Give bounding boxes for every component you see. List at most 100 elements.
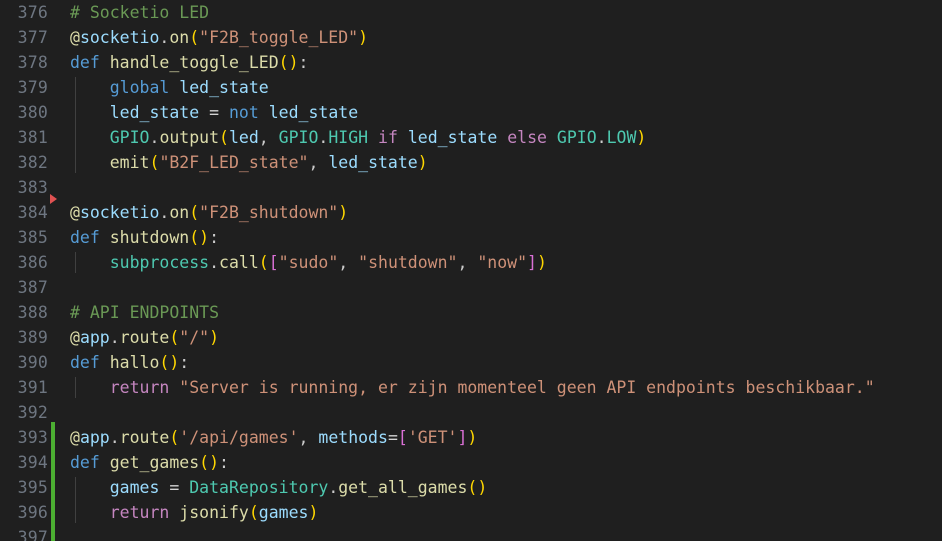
code-token: output	[159, 128, 220, 147]
code-token: )	[536, 253, 547, 272]
code-token: GPIO	[278, 128, 319, 147]
line-number: 395	[17, 478, 48, 497]
code-token: global	[109, 78, 170, 97]
code-token: "B2F_LED_state"	[159, 153, 309, 172]
code-token: on	[169, 203, 190, 222]
code-line[interactable]: 379 global led_state	[0, 75, 942, 100]
code-token: [	[397, 428, 408, 447]
code-line[interactable]: 391 return "Server is running, er zijn m…	[0, 375, 942, 400]
code-token: ]	[527, 253, 537, 272]
code-token: )	[308, 503, 319, 522]
code-token: )	[199, 228, 210, 247]
code-line-content[interactable]: return "Server is running, er zijn momen…	[70, 375, 875, 400]
code-line-content[interactable]: games = DataRepository.get_all_games()	[70, 475, 488, 500]
code-line[interactable]: 390 def hallo():	[0, 350, 942, 375]
code-token: '/api/games'	[179, 428, 299, 447]
code-line[interactable]: 385 def shutdown():	[0, 225, 942, 250]
code-token: ,	[258, 128, 279, 147]
code-line[interactable]: 396 return jsonify(games)	[0, 500, 942, 525]
git-added-gutter-bar[interactable]	[51, 422, 55, 541]
code-line-content[interactable]: def handle_toggle_LED():	[70, 50, 308, 75]
code-token: led_state	[328, 153, 418, 172]
line-number: 388	[17, 303, 48, 322]
code-line[interactable]: 377 @socketio.on("F2B_toggle_LED")	[0, 25, 942, 50]
code-line-content[interactable]: # Socketio LED	[70, 0, 209, 25]
code-line[interactable]: 384 @socketio.on("F2B_shutdown")	[0, 200, 942, 225]
code-token: )	[209, 453, 220, 472]
code-token: games	[258, 503, 309, 522]
code-token: )	[288, 53, 299, 72]
code-line[interactable]: 381 GPIO.output(led, GPIO.HIGH if led_st…	[0, 125, 942, 150]
code-line[interactable]: 392	[0, 400, 942, 425]
code-line-content[interactable]: emit("B2F_LED_state", led_state)	[70, 150, 428, 175]
code-token: app	[79, 428, 110, 447]
code-token: route	[119, 328, 170, 347]
code-token: shutdown	[109, 228, 190, 247]
code-line-content[interactable]: # API ENDPOINTS	[70, 300, 219, 325]
code-line-content[interactable]: def shutdown():	[70, 225, 219, 250]
code-token: route	[119, 428, 170, 447]
line-number: 382	[17, 153, 48, 172]
code-token: get_all_games	[338, 478, 468, 497]
code-token: (	[149, 153, 160, 172]
code-line[interactable]: 397	[0, 525, 942, 541]
code-token: (	[189, 228, 200, 247]
code-line-content[interactable]: @socketio.on("F2B_toggle_LED")	[70, 25, 368, 50]
code-line[interactable]: 383	[0, 175, 942, 200]
code-line[interactable]: 386 subprocess.call(["sudo", "shutdown",…	[0, 250, 942, 275]
code-line[interactable]: 389 @app.route("/")	[0, 325, 942, 350]
code-token: games	[109, 478, 160, 497]
code-token: else	[507, 128, 547, 147]
code-token: 'GET'	[407, 428, 458, 447]
code-line-content[interactable]: return jsonify(games)	[70, 500, 319, 525]
code-line-content[interactable]: @socketio.on("F2B_shutdown")	[70, 200, 348, 225]
code-token: # API ENDPOINTS	[70, 303, 220, 322]
code-token: =	[169, 478, 180, 497]
code-editor[interactable]: 376 # Socketio LED 377 @socketio.on("F2B_to…	[0, 0, 942, 541]
code-line-content[interactable]: global led_state	[70, 75, 269, 100]
line-number: 396	[17, 503, 48, 522]
code-line[interactable]: 382 emit("B2F_LED_state", led_state)	[0, 150, 942, 175]
line-number: 384	[17, 203, 48, 222]
code-line[interactable]: 387	[0, 275, 942, 300]
code-token: (	[467, 478, 478, 497]
code-token: led	[228, 128, 259, 147]
code-line[interactable]: 376 # Socketio LED	[0, 0, 942, 25]
code-token: call	[219, 253, 259, 272]
indent-guide	[75, 477, 76, 523]
code-token: led_state	[179, 78, 269, 97]
code-line-content[interactable]: @app.route("/")	[70, 325, 219, 350]
code-token: @	[70, 328, 80, 347]
line-number: 391	[17, 378, 48, 397]
code-token: )	[477, 478, 488, 497]
breakpoint-marker-icon[interactable]	[50, 194, 57, 204]
code-token: (	[219, 128, 229, 147]
code-token: @	[70, 28, 80, 47]
code-line[interactable]: 395 games = DataRepository.get_all_games…	[0, 475, 942, 500]
code-line-content[interactable]: subprocess.call(["sudo", "shutdown", "no…	[70, 250, 547, 275]
code-line-content[interactable]: led_state = not led_state	[70, 100, 358, 125]
code-line-content[interactable]: def hallo():	[70, 350, 189, 375]
code-line-content[interactable]: GPIO.output(led, GPIO.HIGH if led_state …	[70, 125, 647, 150]
code-token: (	[159, 353, 170, 372]
code-token: )	[417, 153, 428, 172]
code-line[interactable]: 388 # API ENDPOINTS	[0, 300, 942, 325]
code-token: led_state	[268, 103, 359, 122]
code-line[interactable]: 393 @app.route('/api/games', methods=['GE…	[0, 425, 942, 450]
code-token: =	[209, 103, 220, 122]
code-token: def	[70, 353, 100, 372]
code-token: :	[219, 453, 229, 472]
code-line[interactable]: 380 led_state = not led_state	[0, 100, 942, 125]
code-line[interactable]: 378 def handle_toggle_LED():	[0, 50, 942, 75]
code-line[interactable]: 394 def get_games():	[0, 450, 942, 475]
code-line-content[interactable]: @app.route('/api/games', methods=['GET']…	[70, 425, 477, 450]
code-token: get_games	[109, 453, 200, 472]
code-line-content[interactable]: def get_games():	[70, 450, 229, 475]
